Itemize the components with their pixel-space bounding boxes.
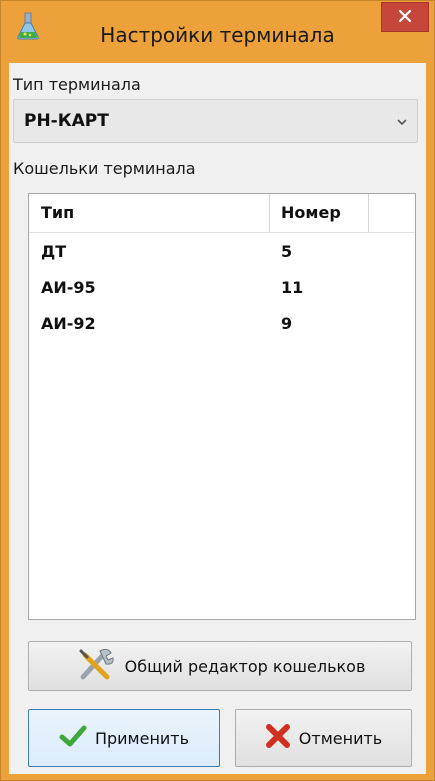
- cell-number: 5: [281, 242, 293, 261]
- column-header-type[interactable]: Тип: [41, 194, 281, 232]
- cell-number: 9: [281, 314, 293, 333]
- terminal-type-select[interactable]: РН-КАРТ: [13, 99, 418, 143]
- cell-type: АИ-95: [41, 278, 96, 297]
- cancel-button[interactable]: Отменить: [235, 709, 412, 767]
- close-icon: [398, 8, 412, 27]
- column-divider: [269, 194, 270, 232]
- checkmark-icon: [59, 724, 95, 752]
- window-title: Настройки терминала: [100, 23, 335, 47]
- table-row[interactable]: ДТ 5: [29, 234, 415, 270]
- cell-type: АИ-92: [41, 314, 96, 333]
- chevron-down-icon[interactable]: [395, 114, 409, 128]
- apply-button[interactable]: Применить: [28, 709, 220, 767]
- flask-icon: [15, 11, 41, 41]
- title-bar[interactable]: Настройки терминала: [1, 1, 434, 57]
- terminal-type-label: Тип терминала: [13, 75, 141, 94]
- wallet-editor-button[interactable]: Общий редактор кошельков: [28, 641, 412, 691]
- table-header: Тип Номер: [29, 194, 415, 233]
- cross-icon: [265, 723, 299, 753]
- cell-type: ДТ: [41, 242, 67, 261]
- tools-icon: [75, 647, 125, 685]
- table-row[interactable]: АИ-95 11: [29, 270, 415, 306]
- column-divider: [368, 194, 369, 232]
- terminal-type-value: РН-КАРТ: [24, 111, 109, 131]
- table-row[interactable]: АИ-92 9: [29, 306, 415, 342]
- cancel-label: Отменить: [298, 728, 383, 748]
- wallets-table[interactable]: Тип Номер ДТ 5 АИ-95 11 АИ-92 9: [28, 193, 416, 620]
- cell-number: 11: [281, 278, 304, 297]
- wallet-editor-label: Общий редактор кошельков: [124, 656, 366, 676]
- wallets-label: Кошельки терминала: [13, 159, 196, 178]
- settings-window: Настройки терминала Тип терминала РН-КАР…: [0, 0, 435, 781]
- column-header-number[interactable]: Номер: [281, 194, 381, 232]
- apply-label: Применить: [94, 728, 190, 748]
- close-button[interactable]: [381, 2, 429, 32]
